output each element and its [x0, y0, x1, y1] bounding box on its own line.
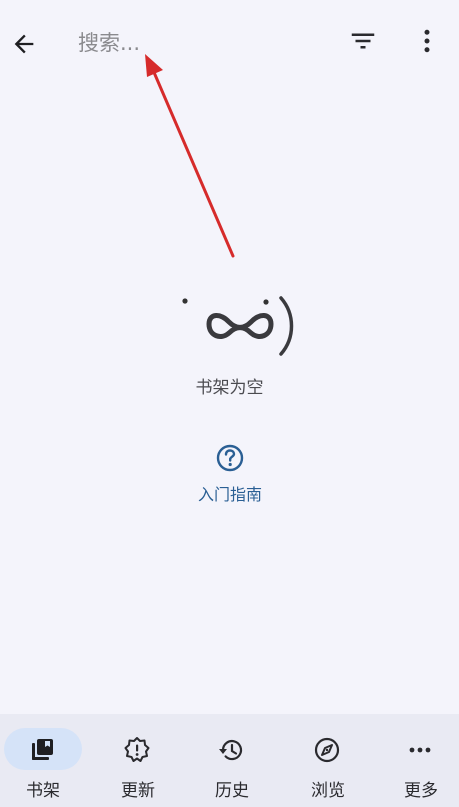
more-options-button[interactable]: [407, 20, 447, 62]
compass-icon: [314, 737, 340, 763]
help-circle-icon: [216, 444, 244, 472]
nav-label-browse: 浏览: [311, 781, 345, 801]
nav-item-library[interactable]: 书架: [0, 714, 92, 807]
nav-label-updates: 更新: [121, 781, 155, 801]
search-input[interactable]: [78, 26, 328, 60]
empty-library-message: 书架为空: [195, 378, 264, 398]
alert-badge-icon: [124, 737, 150, 762]
back-button[interactable]: [4, 24, 44, 64]
more-vertical-icon: [424, 29, 430, 53]
nav-item-history[interactable]: 历史: [189, 714, 281, 807]
app-screen: 书架为空 入门指南 书架 更新: [0, 0, 459, 807]
getting-started-link[interactable]: 入门指南: [180, 443, 280, 509]
bottom-navigation-bar: 书架 更新 历史 浏览 更多: [0, 714, 459, 807]
arrow-left-icon: [14, 34, 34, 54]
getting-started-label: 入门指南: [197, 485, 262, 504]
filter-icon: [351, 33, 375, 49]
nav-label-library: 书架: [26, 781, 60, 801]
nav-item-updates[interactable]: 更新: [95, 714, 187, 807]
annotation-arrow: [145, 54, 235, 258]
history-icon: [219, 740, 243, 761]
more-horizontal-icon: [409, 747, 431, 753]
top-app-bar: [0, 0, 459, 86]
nav-label-history: 历史: [215, 781, 249, 801]
nav-item-browse[interactable]: 浏览: [285, 714, 377, 807]
nav-label-more: 更多: [404, 781, 438, 801]
nav-item-more[interactable]: 更多: [378, 714, 459, 807]
empty-face-emoticon: [182, 296, 294, 356]
filter-button[interactable]: [342, 20, 384, 62]
library-icon: [32, 739, 53, 760]
